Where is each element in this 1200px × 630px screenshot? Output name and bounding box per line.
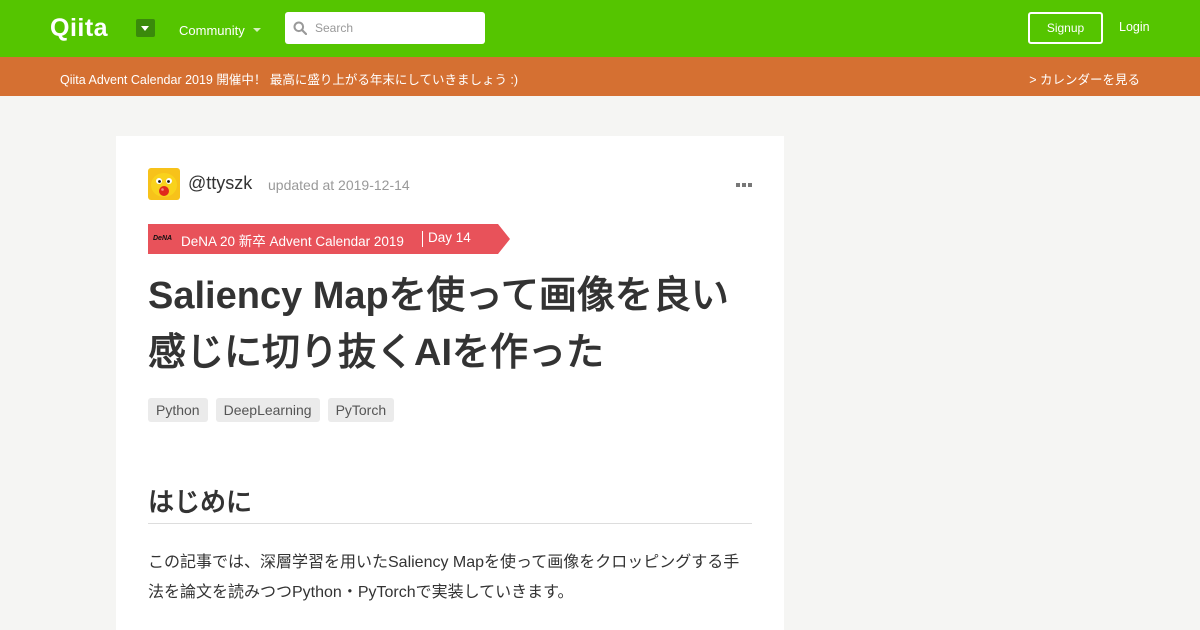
search-input[interactable]: [315, 12, 479, 44]
article-title: Saliency Mapを使って画像を良い感じに切り抜くAIを作った: [148, 275, 729, 374]
tag-list: Python DeepLearning PyTorch: [148, 398, 402, 422]
community-label[interactable]: Community: [179, 23, 245, 38]
avatar[interactable]: [148, 168, 180, 200]
login-link[interactable]: Login: [1119, 20, 1150, 34]
ribbon-divider: [422, 231, 423, 247]
advent-banner: Qiita Advent Calendar 2019 開催中！ 最高に盛り上がる…: [0, 57, 1200, 96]
global-header: Qiita Community Signup Login: [0, 0, 1200, 57]
tag-python[interactable]: Python: [148, 398, 208, 422]
logo-dropdown-chevron-down-icon[interactable]: [136, 19, 155, 37]
calendar-link[interactable]: > カレンダーを見る: [1029, 69, 1140, 88]
article-card: @ttyszk updated at 2019-12-14 DeNA DeNA …: [116, 136, 784, 630]
more-dot: [736, 183, 740, 187]
search-icon: [293, 21, 307, 35]
more-dot: [748, 183, 752, 187]
more-dot: [742, 183, 746, 187]
signup-button[interactable]: Signup: [1028, 12, 1103, 44]
intro-paragraph: この記事では、深層学習を用いたSaliency Mapを使って画像をクロッピング…: [148, 554, 740, 601]
qiita-logo[interactable]: Qiita: [50, 14, 108, 42]
more-icon[interactable]: [736, 182, 752, 188]
community-menu[interactable]: Community: [179, 22, 261, 38]
advent-calendar-name[interactable]: DeNA 20 新卒 Advent Calendar 2019: [181, 230, 404, 250]
banner-text: Qiita Advent Calendar 2019 開催中！ 最高に盛り上がる…: [60, 73, 519, 87]
tag-deeplearning[interactable]: DeepLearning: [215, 398, 320, 422]
logo-text[interactable]: Qiita: [50, 14, 108, 43]
dena-logo: DeNA: [153, 235, 173, 242]
tag-pytorch[interactable]: PyTorch: [327, 398, 395, 422]
advent-calendar-ribbon[interactable]: DeNA DeNA 20 新卒 Advent Calendar 2019 Day…: [148, 224, 510, 254]
updated-date: updated at 2019-12-14: [268, 177, 410, 193]
search-box[interactable]: [285, 12, 485, 44]
advent-day[interactable]: Day 14: [428, 230, 471, 245]
section-heading: はじめに: [148, 482, 752, 524]
chevron-down-icon: [252, 28, 261, 32]
author-username[interactable]: @ttyszk: [188, 173, 252, 194]
avatar-image[interactable]: [148, 168, 180, 200]
